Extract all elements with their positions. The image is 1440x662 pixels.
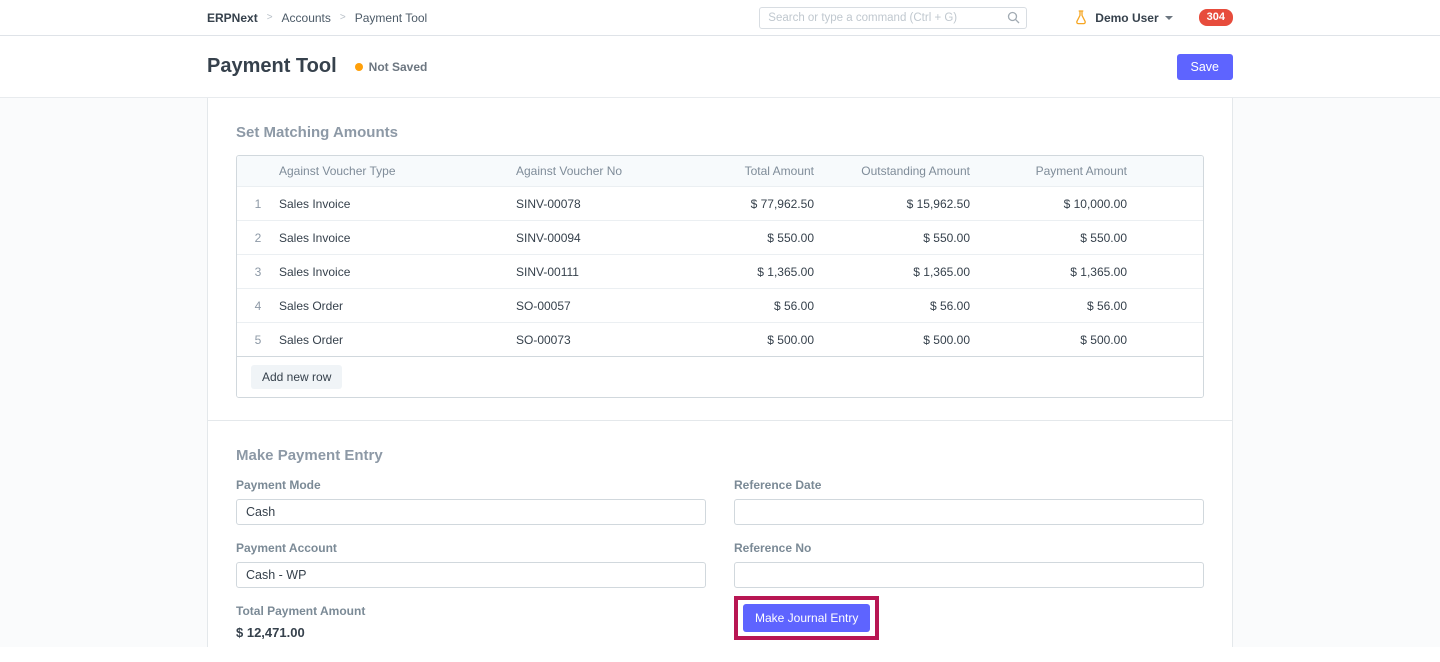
total-payment-amount-field: Total Payment Amount $ 12,471.00: [236, 604, 706, 640]
cell-total-amount: $ 77,962.50: [667, 197, 814, 211]
cell-voucher-no: SINV-00078: [516, 197, 667, 211]
total-payment-amount-value: $ 12,471.00: [236, 625, 706, 640]
table-row[interactable]: 4 Sales Order SO-00057 $ 56.00 $ 56.00 $…: [237, 288, 1203, 322]
cell-total-amount: $ 1,365.00: [667, 265, 814, 279]
user-name: Demo User: [1095, 11, 1158, 25]
breadcrumb-separator-icon: >: [267, 12, 273, 23]
table-row[interactable]: 3 Sales Invoice SINV-00111 $ 1,365.00 $ …: [237, 254, 1203, 288]
cell-voucher-type: Sales Invoice: [279, 265, 516, 279]
cell-voucher-no: SINV-00111: [516, 265, 667, 279]
reference-no-label: Reference No: [734, 541, 1204, 555]
annotation-highlight: Make Journal Entry: [734, 596, 879, 640]
payment-mode-field: Payment Mode: [236, 478, 706, 525]
table-row[interactable]: 2 Sales Invoice SINV-00094 $ 550.00 $ 55…: [237, 220, 1203, 254]
make-journal-entry-cell: Make Journal Entry: [734, 596, 1204, 640]
cell-total-amount: $ 56.00: [667, 299, 814, 313]
make-journal-entry-button[interactable]: Make Journal Entry: [743, 604, 870, 632]
section-title: Make Payment Entry: [236, 447, 1204, 464]
section-make-payment-entry: Make Payment Entry Payment Mode Referenc…: [208, 420, 1232, 662]
breadcrumb-erpnext[interactable]: ERPNext: [207, 11, 258, 25]
breadcrumb-separator-icon: >: [340, 12, 346, 23]
not-saved-dot-icon: [355, 63, 363, 71]
status-indicator: Not Saved: [355, 60, 428, 74]
cell-voucher-no: SO-00057: [516, 299, 667, 313]
breadcrumb-payment-tool[interactable]: Payment Tool: [355, 11, 428, 25]
cell-outstanding-amount: $ 1,365.00: [814, 265, 970, 279]
page-title: Payment Tool: [207, 55, 337, 78]
user-menu[interactable]: Demo User: [1075, 10, 1172, 25]
table-row[interactable]: 5 Sales Order SO-00073 $ 500.00 $ 500.00…: [237, 322, 1203, 356]
cell-outstanding-amount: $ 56.00: [814, 299, 970, 313]
col-header-voucher-type: Against Voucher Type: [279, 164, 516, 178]
reference-no-field: Reference No: [734, 541, 1204, 588]
cell-payment-amount: $ 1,365.00: [970, 265, 1127, 279]
cell-payment-amount: $ 500.00: [970, 333, 1127, 347]
form-card: Set Matching Amounts Against Voucher Typ…: [207, 98, 1233, 647]
payment-entry-form: Payment Mode Reference Date Payment Acco…: [236, 478, 1204, 640]
section-title: Set Matching Amounts: [236, 124, 1204, 141]
payment-account-label: Payment Account: [236, 541, 706, 555]
col-header-outstanding-amount: Outstanding Amount: [814, 164, 970, 178]
notification-badge[interactable]: 304: [1199, 9, 1233, 26]
cell-voucher-type: Sales Invoice: [279, 197, 516, 211]
search-input[interactable]: [759, 7, 1027, 29]
col-header-total-amount: Total Amount: [667, 164, 814, 178]
search-icon: [1007, 11, 1020, 29]
cell-index: 4: [237, 299, 279, 313]
content-area: Set Matching Amounts Against Voucher Typ…: [0, 98, 1440, 647]
top-navbar: ERPNext > Accounts > Payment Tool Demo U…: [0, 0, 1440, 36]
cell-outstanding-amount: $ 500.00: [814, 333, 970, 347]
col-header-voucher-no: Against Voucher No: [516, 164, 667, 178]
global-search: [759, 7, 1027, 29]
cell-payment-amount: $ 550.00: [970, 231, 1127, 245]
reference-no-input[interactable]: [734, 562, 1204, 588]
cell-voucher-no: SINV-00094: [516, 231, 667, 245]
total-payment-amount-label: Total Payment Amount: [236, 604, 706, 618]
status-text: Not Saved: [369, 60, 428, 74]
table-footer: Add new row: [237, 356, 1203, 397]
reference-date-input[interactable]: [734, 499, 1204, 525]
breadcrumb: ERPNext > Accounts > Payment Tool: [207, 11, 427, 25]
section-set-matching-amounts: Set Matching Amounts Against Voucher Typ…: [208, 98, 1232, 420]
cell-index: 5: [237, 333, 279, 347]
breadcrumb-accounts[interactable]: Accounts: [282, 11, 331, 25]
table-row[interactable]: 1 Sales Invoice SINV-00078 $ 77,962.50 $…: [237, 186, 1203, 220]
cell-payment-amount: $ 56.00: [970, 299, 1127, 313]
save-button[interactable]: Save: [1177, 54, 1234, 80]
cell-payment-amount: $ 10,000.00: [970, 197, 1127, 211]
cell-index: 1: [237, 197, 279, 211]
add-new-row-button[interactable]: Add new row: [251, 365, 342, 389]
payment-account-field: Payment Account: [236, 541, 706, 588]
reference-date-field: Reference Date: [734, 478, 1204, 525]
cell-voucher-type: Sales Order: [279, 299, 516, 313]
chevron-down-icon: [1165, 16, 1173, 20]
payment-account-input[interactable]: [236, 562, 706, 588]
reference-date-label: Reference Date: [734, 478, 1204, 492]
matching-amounts-table: Against Voucher Type Against Voucher No …: [236, 155, 1204, 398]
cell-total-amount: $ 550.00: [667, 231, 814, 245]
cell-index: 2: [237, 231, 279, 245]
cell-total-amount: $ 500.00: [667, 333, 814, 347]
cell-voucher-no: SO-00073: [516, 333, 667, 347]
cell-outstanding-amount: $ 550.00: [814, 231, 970, 245]
cell-voucher-type: Sales Order: [279, 333, 516, 347]
page-header: Payment Tool Not Saved Save: [0, 36, 1440, 98]
cell-index: 3: [237, 265, 279, 279]
col-header-payment-amount: Payment Amount: [970, 164, 1127, 178]
payment-mode-label: Payment Mode: [236, 478, 706, 492]
table-header-row: Against Voucher Type Against Voucher No …: [237, 156, 1203, 186]
payment-mode-input[interactable]: [236, 499, 706, 525]
flask-icon: [1075, 10, 1087, 25]
cell-outstanding-amount: $ 15,962.50: [814, 197, 970, 211]
cell-voucher-type: Sales Invoice: [279, 231, 516, 245]
